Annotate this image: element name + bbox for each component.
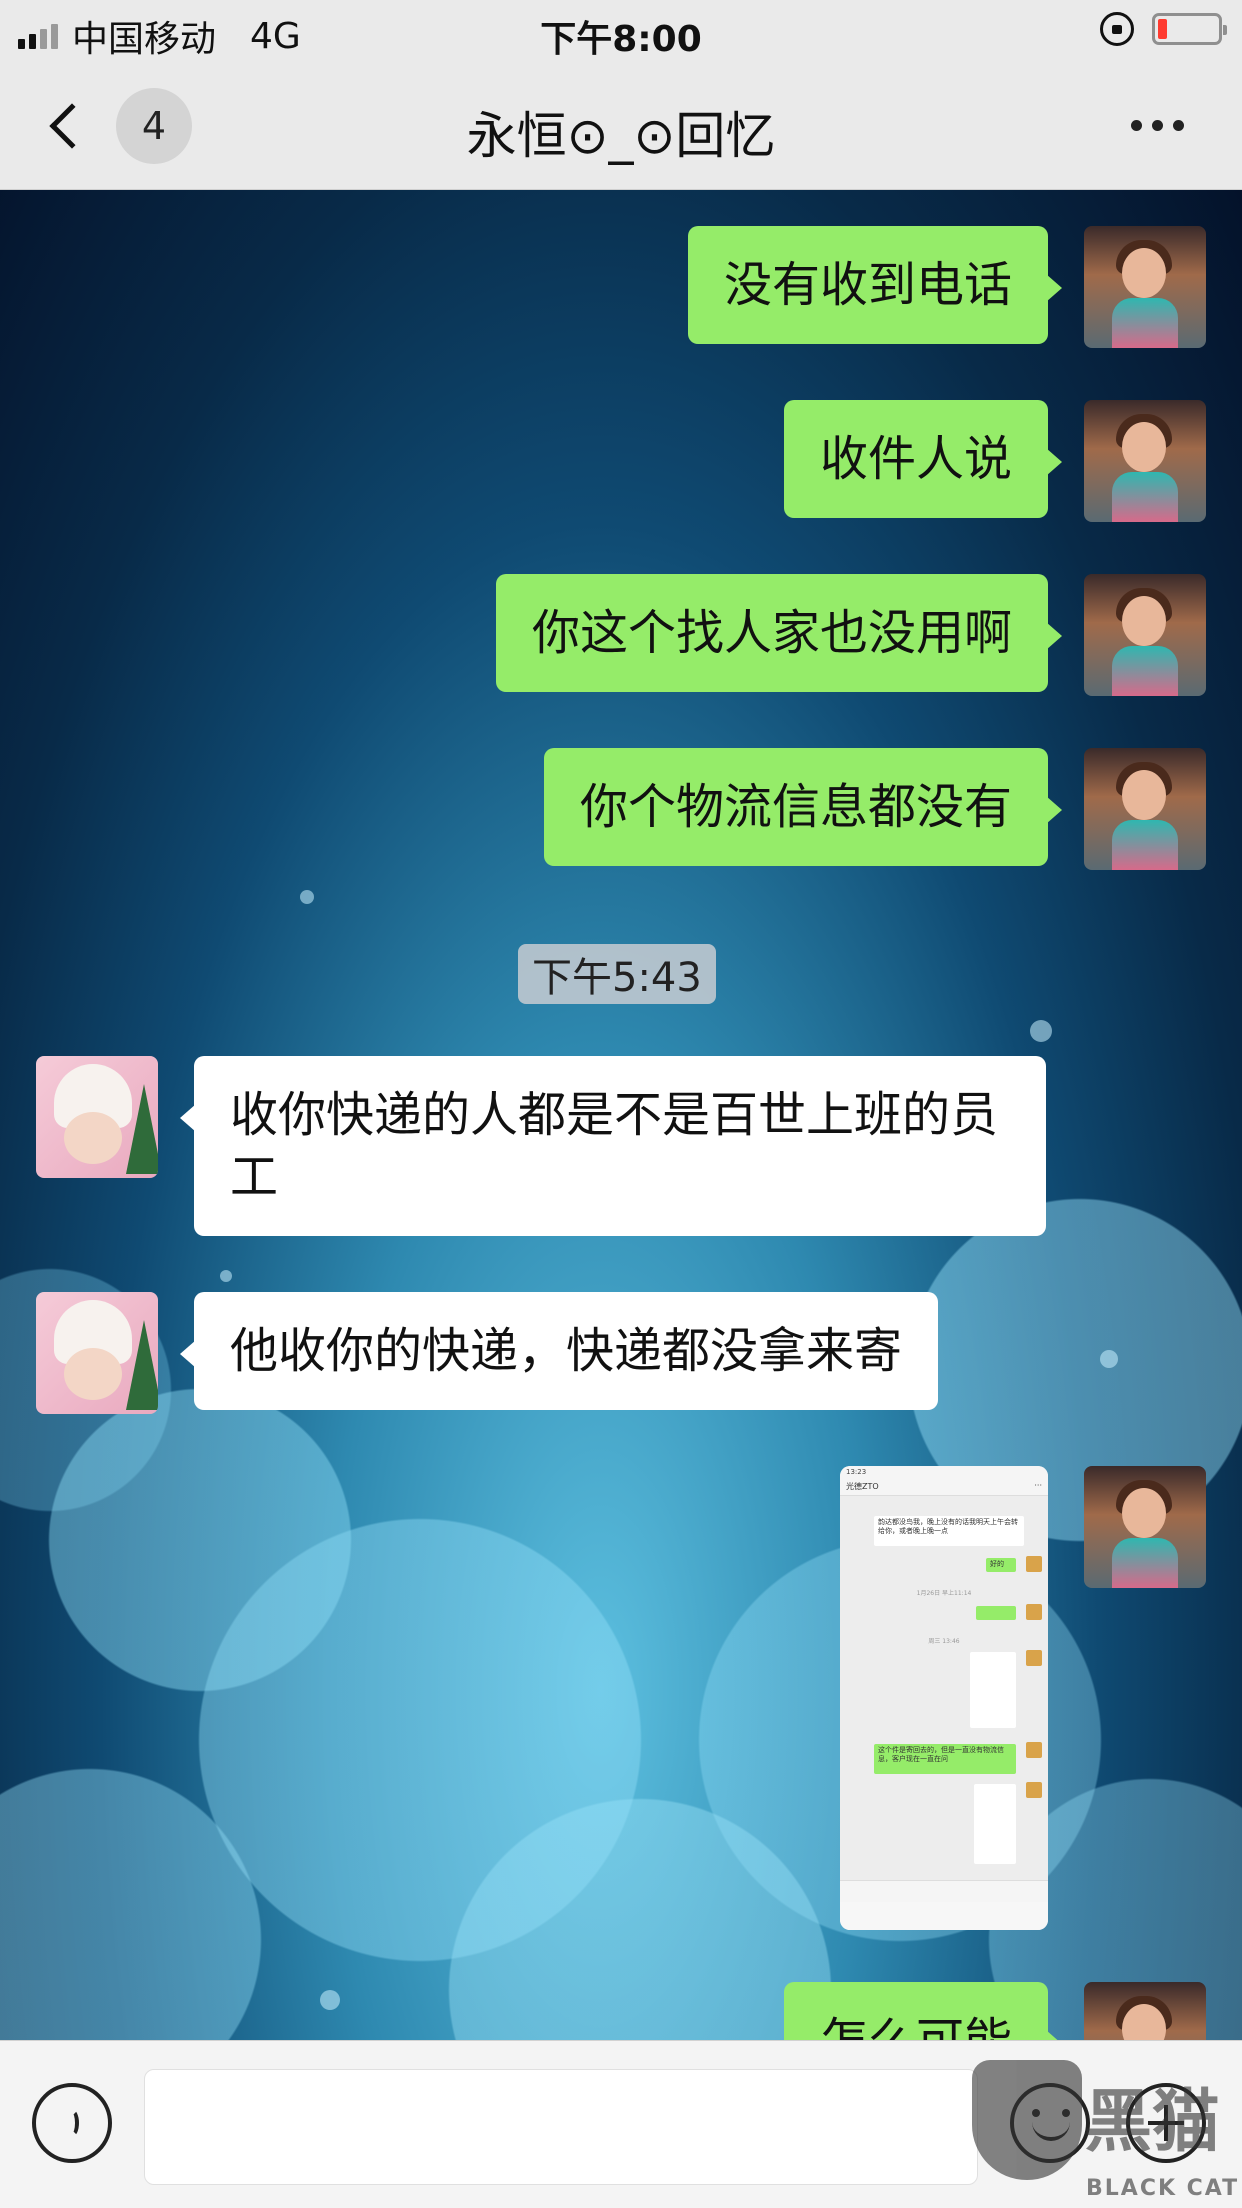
status-bar: 中国移动 4G 下午8:00: [0, 0, 1242, 62]
my-avatar[interactable]: [1084, 400, 1206, 522]
bokeh-dot: [220, 1270, 232, 1282]
thumb-text: 韵达都没鸟我，晚上没有的话我明天上午会转给你，或者晚上晚一点: [878, 1518, 1018, 1535]
more-button[interactable]: [1131, 120, 1184, 131]
status-time: 下午8:00: [540, 19, 702, 60]
message-row: 没有收到电话: [687, 226, 1206, 348]
contact-message-bubble[interactable]: 他收你的快递，快递都没拿来寄: [179, 1292, 939, 1410]
input-bar: [0, 2040, 1242, 2208]
bokeh-dot: [1100, 1350, 1118, 1368]
message-row: 13:23 光德ZTO ··· 韵达都没鸟我，晚上没有的话我明天上午会转给你，或者…: [840, 1466, 1206, 1930]
image-message[interactable]: 13:23 光德ZTO ··· 韵达都没鸟我，晚上没有的话我明天上午会转给你，或者…: [840, 1466, 1048, 1930]
my-message-bubble[interactable]: 怎么可能: [783, 1982, 1063, 2040]
bokeh-dot: [300, 890, 314, 904]
chat-area[interactable]: 没有收到电话 收件人说 你这个找人家也没用啊 你个物流信息都没有 下午5:43 …: [0, 190, 1242, 2040]
message-input[interactable]: [144, 2069, 978, 2185]
thumb-image: [974, 1784, 1016, 1864]
thumb-home-bar: [840, 1902, 1048, 1930]
thumb-status-time: 13:23: [840, 1466, 1048, 1478]
nav-bar: 4 永恒⊙_⊙回忆: [0, 62, 1242, 190]
thumb-nav: 光德ZTO ···: [840, 1478, 1048, 1496]
message-row: 你这个找人家也没用啊: [495, 574, 1206, 696]
bokeh-dot: [1030, 1020, 1052, 1042]
thumb-bubble: [976, 1606, 1016, 1620]
thumb-text: 好的: [990, 1560, 1004, 1568]
status-right: [1100, 12, 1227, 46]
thumb-avatar: [1026, 1556, 1042, 1572]
thumb-more-icon: ···: [1034, 1481, 1042, 1490]
thumb-avatar: [1026, 1742, 1042, 1758]
thumb-image: [970, 1652, 1016, 1728]
timestamp-divider: 下午5:43: [518, 944, 716, 1004]
bokeh-dot: [320, 1990, 340, 2010]
message-row: 收你快递的人都是不是百世上班的员工: [36, 1056, 1046, 1236]
my-avatar[interactable]: [1084, 226, 1206, 348]
thumb-input-bar: [840, 1880, 1048, 1902]
message-row: 怎么可能: [783, 1982, 1206, 2040]
thumb-avatar: [1026, 1650, 1042, 1666]
thumb-system-time: 1月26日 早上11:14: [916, 1590, 972, 1597]
message-row: 收件人说: [783, 400, 1206, 522]
my-avatar[interactable]: [1084, 574, 1206, 696]
contact-message-bubble[interactable]: 收你快递的人都是不是百世上班的员工: [180, 1056, 1046, 1236]
my-message-bubble[interactable]: 没有收到电话: [687, 226, 1063, 344]
emoji-button[interactable]: [1010, 2083, 1090, 2163]
chat-title: 永恒⊙_⊙回忆: [466, 107, 776, 165]
more-icon-dot: [1152, 120, 1163, 131]
my-message-bubble[interactable]: 你个物流信息都没有: [543, 748, 1063, 866]
battery-icon: [1152, 13, 1227, 45]
rotation-lock-icon: [1100, 12, 1134, 46]
voice-button[interactable]: [32, 2083, 112, 2163]
my-message-bubble[interactable]: 收件人说: [783, 400, 1063, 518]
thumb-avatar: [1026, 1604, 1042, 1620]
thumb-avatar: [1026, 1782, 1042, 1798]
thumb-system-time: 周三 13:46: [928, 1638, 960, 1645]
battery-level: [1158, 19, 1167, 39]
more-icon: [1131, 120, 1142, 131]
thumb-text: 这个件是寄回去的，但是一直没有物流信息，客户现在一直在问: [878, 1746, 1004, 1763]
plus-button[interactable]: [1126, 2083, 1206, 2163]
thumb-title: 光德ZTO: [846, 1482, 879, 1491]
contact-avatar[interactable]: [36, 1292, 158, 1414]
message-row: 你个物流信息都没有: [543, 748, 1206, 870]
message-row: 他收你的快递，快递都没拿来寄: [36, 1292, 939, 1414]
my-avatar[interactable]: [1084, 1982, 1206, 2040]
my-avatar[interactable]: [1084, 1466, 1206, 1588]
my-avatar[interactable]: [1084, 748, 1206, 870]
voice-icon: [65, 2109, 79, 2137]
contact-avatar[interactable]: [36, 1056, 158, 1178]
my-message-bubble[interactable]: 你这个找人家也没用啊: [495, 574, 1063, 692]
more-icon-dot: [1173, 120, 1184, 131]
